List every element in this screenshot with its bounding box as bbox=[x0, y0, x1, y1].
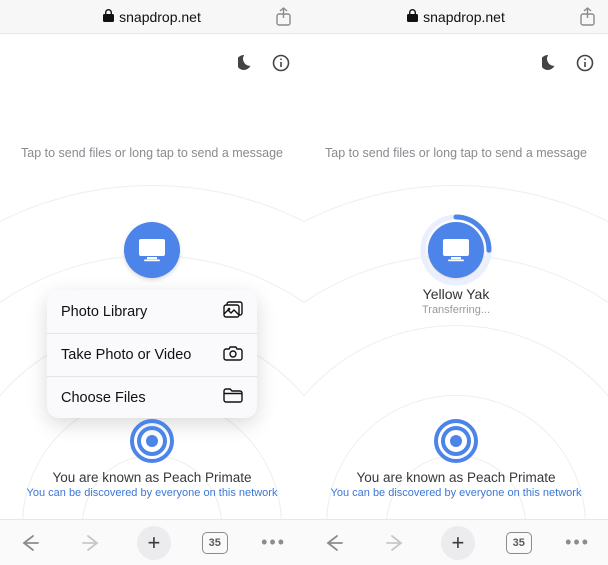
progress-ring-icon bbox=[420, 214, 492, 286]
url-text: snapdrop.net bbox=[119, 9, 201, 25]
identity-disc: You can be discovered by everyone on thi… bbox=[304, 487, 608, 499]
info-icon[interactable] bbox=[576, 54, 594, 77]
browser-nav: + 35 ••• bbox=[304, 519, 608, 565]
info-icon[interactable] bbox=[272, 54, 290, 77]
action-sheet: Photo Library Take Photo or Video Choose… bbox=[47, 290, 257, 418]
lock-icon bbox=[103, 9, 114, 25]
hint-text: Tap to send files or long tap to send a … bbox=[304, 146, 608, 160]
nav-back[interactable] bbox=[319, 528, 349, 558]
url-text: snapdrop.net bbox=[423, 9, 505, 25]
hint-text: Tap to send files or long tap to send a … bbox=[0, 146, 304, 160]
peer-device[interactable]: Yellow Yak Transferring... bbox=[422, 222, 490, 316]
identity-block: You are known as Peach Primate You can b… bbox=[0, 418, 304, 499]
menu-photo-library[interactable]: Photo Library bbox=[47, 290, 257, 334]
peer-name: Yellow Yak bbox=[423, 286, 490, 302]
peer-status: Transferring... bbox=[422, 304, 490, 316]
menu-choose-files[interactable]: Choose Files bbox=[47, 377, 257, 418]
menu-item-label: Choose Files bbox=[61, 390, 146, 406]
moon-icon[interactable] bbox=[238, 54, 256, 77]
address-bar[interactable]: snapdrop.net bbox=[0, 0, 304, 34]
peer-avatar[interactable] bbox=[428, 222, 484, 278]
pane-left: snapdrop.net Tap to send files or long t… bbox=[0, 0, 304, 565]
share-icon[interactable] bbox=[576, 6, 598, 28]
beacon-icon bbox=[304, 418, 608, 464]
beacon-icon bbox=[0, 418, 304, 464]
nav-new-tab[interactable]: + bbox=[137, 526, 171, 560]
identity-name: You are known as Peach Primate bbox=[0, 470, 304, 485]
nav-new-tab[interactable]: + bbox=[441, 526, 475, 560]
nav-tabs[interactable]: 35 bbox=[506, 532, 532, 554]
menu-item-label: Photo Library bbox=[61, 304, 147, 320]
share-icon[interactable] bbox=[272, 6, 294, 28]
lock-icon bbox=[407, 9, 418, 25]
photo-stack-icon bbox=[223, 301, 243, 322]
nav-more[interactable]: ••• bbox=[563, 528, 593, 558]
monitor-icon bbox=[137, 237, 167, 263]
identity-name: You are known as Peach Primate bbox=[304, 470, 608, 485]
nav-tabs[interactable]: 35 bbox=[202, 532, 228, 554]
peer-device[interactable] bbox=[124, 222, 180, 278]
moon-icon[interactable] bbox=[542, 54, 560, 77]
nav-back[interactable] bbox=[15, 528, 45, 558]
peer-avatar[interactable] bbox=[124, 222, 180, 278]
identity-block: You are known as Peach Primate You can b… bbox=[304, 418, 608, 499]
camera-icon bbox=[223, 345, 243, 365]
nav-forward[interactable] bbox=[76, 528, 106, 558]
nav-more[interactable]: ••• bbox=[259, 528, 289, 558]
menu-item-label: Take Photo or Video bbox=[61, 347, 191, 363]
browser-nav: + 35 ••• bbox=[0, 519, 304, 565]
nav-forward[interactable] bbox=[380, 528, 410, 558]
identity-disc: You can be discovered by everyone on thi… bbox=[0, 487, 304, 499]
folder-icon bbox=[223, 388, 243, 407]
pane-right: snapdrop.net Tap to send files or long t… bbox=[304, 0, 608, 565]
menu-take-photo[interactable]: Take Photo or Video bbox=[47, 334, 257, 377]
address-bar[interactable]: snapdrop.net bbox=[304, 0, 608, 34]
